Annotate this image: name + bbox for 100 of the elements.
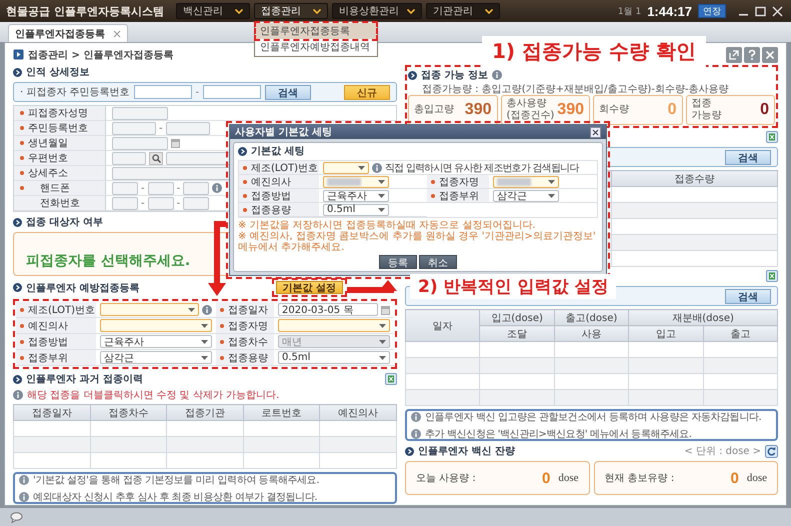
dropdown-arrow-icon <box>188 308 195 312</box>
required-dot <box>20 111 24 115</box>
bullet-icon <box>405 446 414 456</box>
input-field[interactable] <box>112 106 168 120</box>
select-field[interactable] <box>493 176 559 188</box>
dropdown-arrow-icon <box>548 194 555 198</box>
field-label: 생년월일 <box>28 137 68 150</box>
menu-item[interactable]: 인플루엔자예방접종내역 <box>256 39 376 55</box>
caret-icon <box>312 8 321 14</box>
notice-text: 예외대상자 신청시 추후 심사 후 최종 비용상환 여부가 결정됩니다. <box>33 490 318 504</box>
menu-button[interactable]: 접종관리 <box>254 3 328 19</box>
input-field[interactable] <box>134 85 192 99</box>
input-field[interactable] <box>112 122 156 134</box>
column-header: 재분배(dose) <box>628 310 778 326</box>
breadcrumb-icon <box>13 49 24 60</box>
input-field[interactable] <box>112 136 168 150</box>
search-button[interactable]: 검색 <box>265 84 312 100</box>
message-text: 피접종자를 선택해주세요. <box>26 252 190 270</box>
extend-button[interactable]: 연장 <box>698 4 726 18</box>
column-header: 일자 <box>406 310 480 342</box>
input-field[interactable] <box>183 182 210 194</box>
calendar-icon[interactable] <box>381 304 390 314</box>
select-field[interactable] <box>323 176 389 188</box>
column-header: 입고 <box>628 326 704 342</box>
default-settings-button[interactable]: 기본값 설정 <box>276 281 343 294</box>
input-field[interactable] <box>183 196 210 210</box>
unit-label: dose <box>558 472 578 484</box>
excel-icon[interactable] <box>766 131 778 143</box>
field-label: 예진의사 <box>251 176 291 188</box>
info-icon <box>19 474 29 484</box>
stat-label: 총입고량 <box>414 104 454 116</box>
input-field[interactable] <box>112 152 146 164</box>
stat-label: 현재 총보유량 : <box>604 472 674 485</box>
select-field[interactable]: 삼각근 <box>100 351 212 364</box>
select-field[interactable] <box>323 162 369 174</box>
field-label: 상세주소 <box>28 167 68 180</box>
refresh-icon[interactable] <box>765 444 778 458</box>
menu-button[interactable]: 비용상환관리 <box>332 3 422 19</box>
column-header: 출고 <box>703 326 778 342</box>
select-field[interactable] <box>278 319 390 332</box>
dialog-title: 사용자별 기본값 세팅 <box>235 126 332 139</box>
section-title: 기본값 세팅 <box>251 145 304 158</box>
column-header: 접종차수 <box>90 404 167 420</box>
required-dot <box>20 141 24 145</box>
input-field[interactable] <box>112 182 138 194</box>
dialog-button[interactable]: 등록 <box>379 255 417 269</box>
chat-icon[interactable] <box>10 512 23 522</box>
search-button[interactable] <box>149 152 163 164</box>
field-label: 접종용량 <box>228 352 268 364</box>
dropdown-arrow-icon <box>378 208 385 212</box>
excel-icon[interactable] <box>766 270 778 282</box>
select-field[interactable]: 0.5ml <box>278 351 390 364</box>
close-icon[interactable] <box>590 126 601 138</box>
excel-icon[interactable] <box>385 373 397 385</box>
column-header: 접종기관 <box>166 404 244 420</box>
date-field[interactable]: 2020-03-05 목 <box>278 303 378 316</box>
tab-label: 인플루엔자접종등록 <box>15 28 105 40</box>
notice-text: 인플루엔자 백신 입고량은 관할보건소에서 등록하며 사용량은 자동차감됩니다. <box>425 410 762 424</box>
select-field[interactable]: 근육주사 <box>100 335 212 348</box>
section-title: 인플루엔자 예방접종등록 <box>26 282 140 294</box>
select-field[interactable]: 근육주사 <box>323 190 389 202</box>
menu-item[interactable]: 인플루엔자접종등록 <box>256 23 376 39</box>
required-dot <box>20 171 24 175</box>
column-header: 출고(dose) <box>554 310 629 326</box>
maximize-icon[interactable] <box>755 6 766 16</box>
separator: - <box>159 122 163 134</box>
field-label: 접종부위 <box>28 352 68 364</box>
search-button[interactable]: 검색 <box>725 150 771 164</box>
column-header: 입고(dose) <box>480 310 554 326</box>
search-button[interactable]: 검색 <box>725 288 771 304</box>
input-field[interactable] <box>203 85 262 99</box>
help-icon[interactable] <box>744 46 760 62</box>
field-label: 접종자명 <box>439 176 479 188</box>
stat-value: 0 <box>760 101 769 119</box>
select-field[interactable]: 0.5ml <box>323 204 389 216</box>
select-field[interactable]: 삼각근 <box>493 190 559 202</box>
input-field[interactable] <box>148 182 174 194</box>
field-label: 접종자명 <box>228 320 268 332</box>
calendar-icon[interactable] <box>171 138 180 148</box>
select-field[interactable] <box>100 319 212 332</box>
dropdown-arrow-icon <box>379 340 386 344</box>
column-header: 접종수량 <box>611 170 778 186</box>
required-dot <box>20 156 24 160</box>
caret-icon <box>234 8 243 14</box>
column-header: 접종일자 <box>14 404 90 420</box>
menu-button[interactable]: 기관관리 <box>426 3 500 19</box>
select-field[interactable] <box>100 303 199 316</box>
dialog-button[interactable]: 취소 <box>419 255 457 269</box>
input-field[interactable] <box>112 196 138 210</box>
tab[interactable]: 인플루엔자접종등록 <box>8 24 128 42</box>
field-label: 핸드폰 <box>40 182 70 195</box>
input-field[interactable] <box>166 122 210 134</box>
field-label: 접종차수 <box>228 336 268 348</box>
popout-icon[interactable] <box>726 46 742 62</box>
dropdown-arrow-icon <box>201 324 208 328</box>
menu-button[interactable]: 백신관리 <box>176 3 250 19</box>
input-field[interactable] <box>148 196 174 210</box>
field-label: 주민등록번호 <box>28 122 88 135</box>
new-button[interactable]: 신규 <box>344 84 390 100</box>
required-dot <box>20 186 24 190</box>
